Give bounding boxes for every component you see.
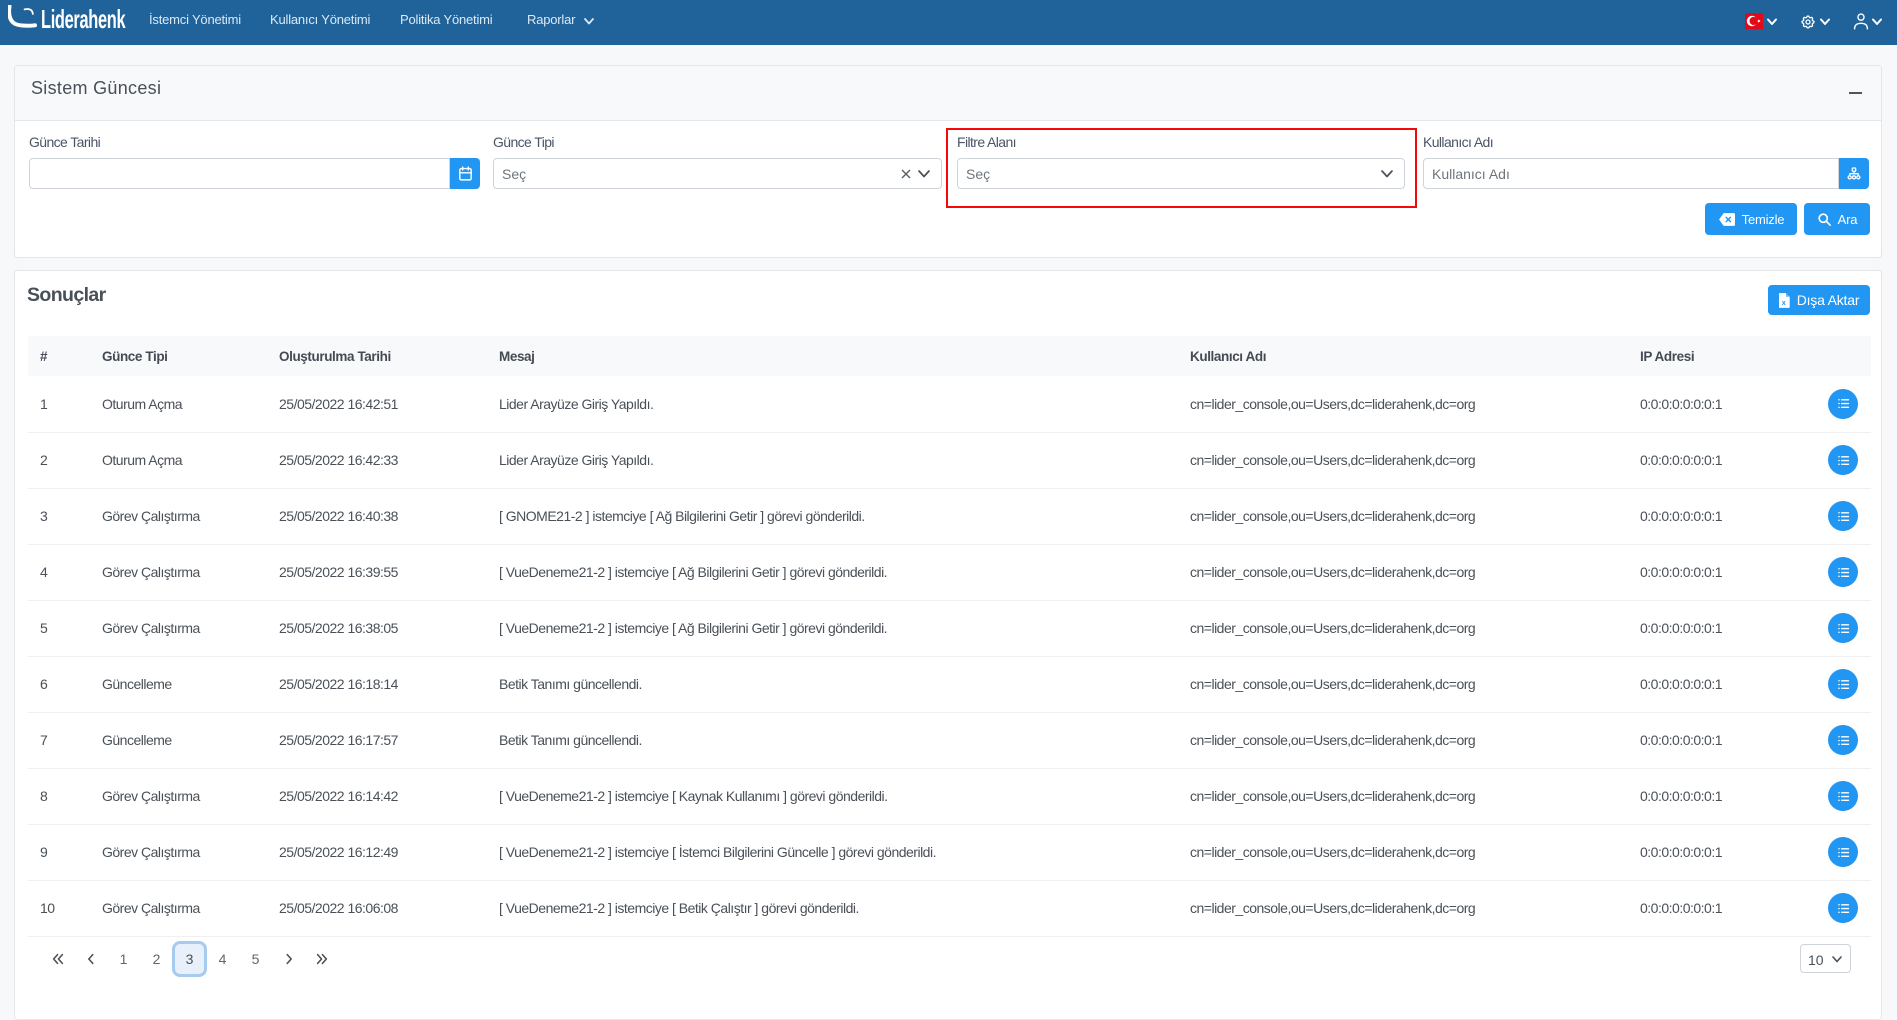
svg-text:x: x [1781,298,1785,306]
